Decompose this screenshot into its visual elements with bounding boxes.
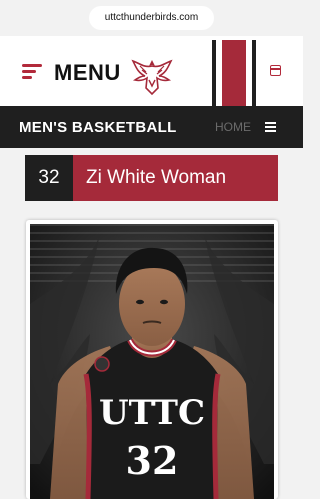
browser-url-bar: uttcthunderbirds.com — [0, 0, 303, 36]
site-header: MENU — [0, 36, 303, 106]
thunderbird-logo-icon[interactable] — [130, 54, 174, 98]
calendar-icon[interactable] — [270, 65, 281, 76]
jersey-text: UTTC — [99, 393, 205, 433]
jersey-number: 32 — [126, 438, 179, 483]
hamburger-icon[interactable] — [22, 64, 42, 80]
player-photo: UTTC 32 — [30, 224, 274, 499]
player-name: Zi White Woman — [73, 155, 278, 201]
player-number: 32 — [25, 155, 73, 201]
menu-icon[interactable] — [265, 122, 276, 132]
player-photo-card: UTTC 32 — [26, 220, 278, 499]
player-header: 32 Zi White Woman — [25, 155, 278, 201]
stripe-decoration — [212, 40, 256, 106]
section-title: MEN'S BASKETBALL — [19, 119, 177, 136]
url-field[interactable]: uttcthunderbirds.com — [89, 6, 214, 30]
menu-label[interactable]: MENU — [54, 60, 121, 86]
home-link[interactable]: HOME — [215, 120, 251, 134]
section-nav-bar: MEN'S BASKETBALL HOME — [0, 106, 303, 148]
